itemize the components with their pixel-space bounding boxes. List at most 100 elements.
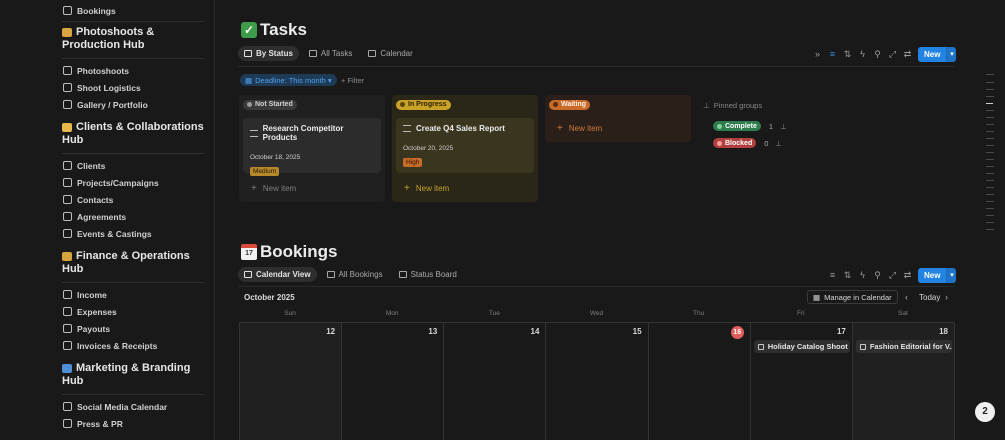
manage-in-calendar-button[interactable]: ▦ Manage in Calendar — [807, 290, 898, 304]
status-label: Waiting — [561, 101, 587, 108]
new-item-button[interactable]: + New item — [251, 183, 296, 194]
hub-heading[interactable]: Photoshoots & Production Hub — [52, 26, 214, 52]
settings-icon[interactable]: ⇄ — [902, 270, 913, 281]
sidebar-item[interactable]: Contacts — [52, 191, 214, 208]
outline-marker[interactable] — [986, 229, 994, 230]
hub-heading[interactable]: Marketing & Branding Hub — [52, 362, 214, 388]
search-icon[interactable]: ⚲ — [872, 49, 883, 60]
handshake-emoji-icon — [62, 122, 72, 132]
add-filter-button[interactable]: + Filter — [341, 76, 364, 85]
outline-marker[interactable] — [986, 173, 994, 174]
outline-marker[interactable] — [986, 159, 994, 160]
new-button[interactable]: New ▾ — [918, 47, 957, 62]
outline-marker[interactable] — [986, 180, 994, 181]
outline-marker[interactable] — [986, 124, 994, 125]
filter-chip-deadline[interactable]: ▦ Deadline: This month ▾ — [240, 74, 337, 86]
sidebar-item[interactable]: Invoices & Receipts — [52, 337, 214, 354]
sidebar-item[interactable]: Clients — [52, 157, 214, 174]
outline-marker[interactable] — [986, 215, 994, 216]
new-item-button[interactable]: + New item — [404, 183, 449, 194]
sidebar-item[interactable]: Gallery / Portfolio — [52, 96, 214, 113]
calendar-day-cell[interactable]: 15 — [546, 323, 649, 440]
help-button[interactable]: 2 — [975, 402, 995, 422]
tab-all-bookings[interactable]: All Bookings — [321, 267, 389, 282]
tab-all-tasks[interactable]: All Tasks — [303, 46, 358, 61]
tab-calendar-view[interactable]: Calendar View — [238, 267, 317, 282]
new-item-button[interactable]: + New item — [557, 123, 602, 134]
sort-icon[interactable]: ⇅ — [842, 49, 853, 60]
chevron-down-icon[interactable]: ▾ — [946, 268, 957, 283]
pinned-group-row[interactable]: Complete 1 ⊥ — [713, 121, 787, 131]
outline-marker[interactable] — [986, 152, 994, 153]
filter-icon[interactable]: ≡ — [827, 270, 838, 281]
sidebar-item[interactable]: Shoot Logistics — [52, 79, 214, 96]
calendar-day-cell[interactable]: 13 — [342, 323, 445, 440]
status-badge[interactable]: Waiting — [549, 99, 591, 110]
prev-week-chevron-icon[interactable]: ‹ — [905, 292, 908, 302]
calendar-icon — [368, 50, 377, 57]
outline-marker[interactable] — [986, 201, 994, 202]
expand-icon[interactable]: ⤢ — [887, 49, 898, 60]
next-week-chevron-icon[interactable]: › — [945, 292, 948, 302]
calendar-day-cell[interactable]: 12 — [240, 323, 343, 440]
outline-marker[interactable] — [986, 131, 994, 132]
sidebar-item-bookings[interactable]: Bookings — [52, 2, 214, 19]
sidebar-item[interactable]: Social Media Calendar — [52, 398, 214, 415]
sidebar-item[interactable]: Photoshoots — [52, 62, 214, 79]
settings-icon[interactable]: ⇄ — [902, 49, 913, 60]
calendar-day-cell[interactable]: 14 — [444, 323, 547, 440]
outline-marker[interactable] — [986, 82, 994, 83]
pin-icon[interactable]: ⊥ — [780, 122, 787, 131]
hub-heading[interactable]: Clients & Collaborations Hub — [52, 121, 214, 147]
sidebar-item[interactable]: Press & PR — [52, 415, 214, 432]
filter-icon[interactable]: ≡ — [827, 49, 838, 60]
sidebar-item[interactable]: Expenses — [52, 303, 214, 320]
sidebar-item[interactable]: Income — [52, 286, 214, 303]
booking-event[interactable]: Holiday Catalog Shoot — [753, 340, 850, 353]
tab-status-board[interactable]: Status Board — [393, 267, 463, 282]
sidebar-item[interactable]: Projects/Campaigns — [52, 174, 214, 191]
sidebar-item[interactable]: Events & Castings — [52, 225, 214, 242]
sidebar: Bookings Photoshoots & Production Hub Pho… — [52, 0, 214, 440]
outline-marker[interactable] — [986, 187, 994, 188]
task-card[interactable]: Research Competitor Products October 18, … — [243, 118, 381, 176]
outline-marker[interactable] — [986, 222, 994, 223]
today-button[interactable]: Today — [919, 293, 940, 302]
tab-calendar[interactable]: Calendar — [362, 46, 418, 61]
calendar-day-cell[interactable]: 16 — [649, 323, 751, 440]
task-card-date: October 18, 2025 — [250, 154, 301, 161]
pinned-group-row[interactable]: Blocked 0 ⊥ — [713, 138, 782, 148]
outline-marker[interactable] — [986, 194, 994, 195]
sort-icon[interactable]: ⇅ — [842, 270, 853, 281]
task-card-date: October 20, 2025 — [403, 145, 454, 152]
chevron-down-icon[interactable]: ▾ — [946, 47, 957, 62]
outline-marker[interactable] — [986, 74, 994, 75]
status-badge[interactable]: Not Started — [243, 99, 297, 110]
sidebar-item[interactable]: Payouts — [52, 320, 214, 337]
sidebar-item[interactable]: Agreements — [52, 208, 214, 225]
outline-marker[interactable] — [986, 117, 994, 118]
lightning-icon[interactable]: ϟ — [857, 270, 868, 281]
outline-marker[interactable] — [986, 166, 994, 167]
sidebar-item-label: Press & PR — [77, 418, 123, 429]
status-badge[interactable]: In Progress — [396, 99, 451, 110]
lightning-icon[interactable]: ϟ — [857, 49, 868, 60]
money-bag-emoji-icon — [62, 251, 72, 261]
outline-marker[interactable] — [986, 208, 994, 209]
outline-marker[interactable] — [986, 96, 994, 97]
outline-marker[interactable] — [986, 103, 993, 104]
divider — [62, 282, 204, 283]
new-button[interactable]: New ▾ — [918, 268, 957, 283]
tab-by-status[interactable]: By Status — [238, 46, 299, 61]
task-card[interactable]: Create Q4 Sales Report October 20, 2025 Hi… — [396, 118, 534, 173]
outline-marker[interactable] — [986, 110, 994, 111]
outline-marker[interactable] — [986, 89, 994, 90]
expand-icon[interactable]: ⤢ — [887, 270, 898, 281]
pin-icon[interactable]: ⊥ — [775, 139, 782, 148]
double-chevron-icon[interactable]: » — [812, 49, 823, 60]
outline-marker[interactable] — [986, 138, 994, 139]
outline-marker[interactable] — [986, 145, 994, 146]
booking-event[interactable]: Fashion Editorial for V... — [855, 340, 952, 353]
search-icon[interactable]: ⚲ — [872, 270, 883, 281]
hub-heading[interactable]: Finance & Operations Hub — [52, 250, 214, 276]
